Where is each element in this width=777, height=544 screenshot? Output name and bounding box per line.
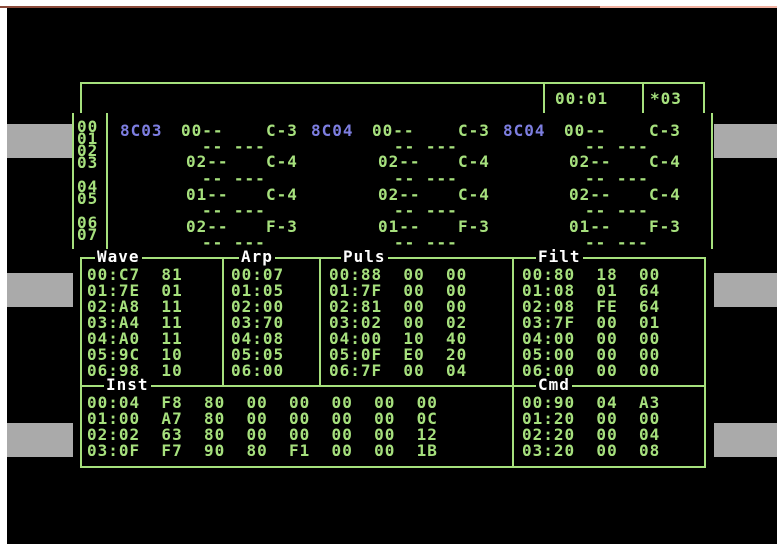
right-bar-mid — [714, 273, 777, 307]
track1-note[interactable]: F-3 — [266, 219, 298, 235]
track1-note[interactable]: C-4 — [266, 187, 298, 203]
track2-blank-row: -- --- — [394, 233, 458, 252]
track3-order[interactable]: 8C04 — [503, 123, 546, 139]
cmd-table-title: Cmd — [536, 375, 572, 394]
track3-note[interactable]: C-3 — [649, 123, 681, 139]
song-box: *03 — [642, 82, 705, 115]
right-bar-top — [714, 124, 777, 158]
divider-puls-filt — [512, 257, 514, 468]
track2-note[interactable]: C-3 — [458, 123, 490, 139]
row-number: 03 — [77, 153, 99, 172]
puls-row[interactable]: 06:7F 00 04 — [329, 363, 467, 379]
song-number: *03 — [650, 89, 682, 108]
right-bar-bottom — [714, 423, 777, 457]
row-number-divider — [106, 113, 108, 249]
puls-table-title: Puls — [341, 247, 388, 266]
track1-order[interactable]: 8C03 — [120, 123, 163, 139]
track1-note[interactable]: C-3 — [266, 123, 298, 139]
track2-note[interactable]: F-3 — [458, 219, 490, 235]
filt-table-title: Filt — [536, 247, 583, 266]
row-number: 05 — [77, 189, 99, 208]
wave-table-title: Wave — [95, 247, 142, 266]
arp-row[interactable]: 06:00 — [231, 363, 284, 379]
arp-table-title: Arp — [239, 247, 275, 266]
pattern-left-border — [72, 113, 74, 249]
inst-table-title: Inst — [104, 375, 151, 394]
track3-note[interactable]: C-4 — [649, 154, 681, 170]
track1-note[interactable]: C-4 — [266, 154, 298, 170]
track3-note[interactable]: F-3 — [649, 219, 681, 235]
emulator-screen: 00:01 *03 00 01 02 03 04 05 06 07 8C03 0… — [7, 8, 777, 544]
divider-arp-puls — [319, 257, 321, 387]
track3-step[interactable]: 02-- — [569, 154, 612, 170]
track2-order[interactable]: 8C04 — [311, 123, 354, 139]
time-display: 00:01 — [555, 89, 609, 108]
track2-note[interactable]: C-4 — [458, 154, 490, 170]
cmd-row[interactable]: 03:20 00 08 — [522, 443, 660, 459]
time-box: 00:01 — [543, 82, 644, 115]
left-bar-mid — [7, 273, 73, 307]
left-bar-top — [7, 124, 73, 158]
divider-wave-arp — [222, 257, 224, 387]
track3-note[interactable]: C-4 — [649, 187, 681, 203]
track2-note[interactable]: C-4 — [458, 187, 490, 203]
row-number: 07 — [77, 225, 99, 244]
track3-blank-row: -- --- — [585, 233, 649, 252]
left-bar-bottom — [7, 423, 73, 457]
inst-row[interactable]: 03:0F F7 90 80 F1 00 00 1B — [87, 443, 438, 459]
divider-tables-inst — [80, 385, 706, 387]
status-box — [80, 82, 545, 115]
track1-step[interactable]: 02-- — [186, 154, 229, 170]
track2-step[interactable]: 02-- — [378, 154, 421, 170]
pattern-right-border — [711, 113, 713, 249]
